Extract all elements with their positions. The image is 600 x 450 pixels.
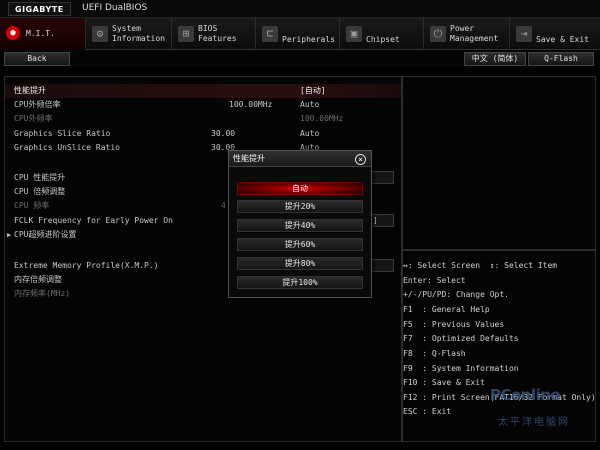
bios-features-icon: ⊞	[178, 26, 194, 42]
tab-label: System Information	[112, 24, 165, 43]
setting-label: 内存倍频调整	[14, 275, 62, 284]
setting-value: Auto	[300, 100, 320, 109]
help-line: F8 : Q-Flash	[403, 349, 466, 358]
bios-name: UEFI DualBIOS	[82, 3, 148, 13]
setting-label: 内存频率(MHz)	[14, 289, 71, 298]
help-line: ESC : Exit	[403, 407, 452, 416]
pconline-watermark: PConline	[490, 386, 561, 404]
setting-current: 100.00MHz	[229, 100, 273, 109]
tab-mit[interactable]: ● M.I.T.	[0, 18, 86, 50]
setting-label: CPU 性能提升	[14, 173, 66, 182]
setting-label: Graphics Slice Ratio	[14, 129, 111, 138]
setting-cpu-base-clock-ratio[interactable]: CPU外频倍率 100.00MHz Auto	[5, 98, 401, 112]
option-boost-80[interactable]: 提升80%	[237, 257, 363, 270]
setting-label: CPU外频倍率	[14, 100, 61, 109]
setting-label: CPU外频率	[14, 114, 53, 123]
setting-value: ]	[373, 216, 378, 225]
tab-peripherals[interactable]: ⊏ Peripherals	[256, 18, 340, 50]
setting-label: Extreme Memory Profile(X.M.P.)	[14, 261, 159, 270]
option-boost-60[interactable]: 提升60%	[237, 238, 363, 251]
setting-label: 性能提升	[14, 86, 46, 95]
tab-label: Save & Exit	[536, 35, 589, 44]
chipset-icon: ▣	[346, 26, 362, 42]
option-boost-100[interactable]: 提升100%	[237, 276, 363, 289]
setting-graphics-slice-ratio[interactable]: Graphics Slice Ratio 30.00 Auto	[5, 127, 401, 141]
tab-label: Peripherals	[282, 35, 335, 44]
title-bar: GIGABYTE UEFI DualBIOS	[0, 0, 600, 18]
mit-icon: ●	[6, 26, 20, 40]
close-icon[interactable]: ×	[355, 154, 366, 165]
help-line: Enter: Select	[403, 276, 466, 285]
performance-boost-dialog: 性能提升 × 自动 提升20% 提升40% 提升60% 提升80% 提升100%	[228, 150, 372, 298]
setting-value: [自动]	[300, 86, 326, 95]
setting-cpu-base-clock: CPU外频率 100.00MHz	[5, 112, 401, 126]
tab-power-management[interactable]: ⏻ Power Management	[424, 18, 510, 50]
help-line: F1 : General Help	[403, 305, 490, 314]
tab-chipset[interactable]: ▣ Chipset	[340, 18, 424, 50]
option-boost-20[interactable]: 提升20%	[237, 200, 363, 213]
language-button[interactable]: 中文 (简体)	[464, 52, 526, 66]
tab-label: Power Management	[450, 24, 499, 43]
tab-label: BIOS Features	[198, 24, 237, 43]
peripherals-icon: ⊏	[262, 26, 278, 42]
info-panel	[402, 76, 596, 250]
help-line: ↔: Select Screen ↕: Select Item	[403, 261, 558, 270]
submenu-arrow-icon: ▶	[7, 231, 12, 239]
option-boost-40[interactable]: 提升40%	[237, 219, 363, 232]
power-icon: ⏻	[430, 26, 446, 42]
setting-value: Auto	[300, 129, 320, 138]
option-auto[interactable]: 自动	[237, 182, 363, 195]
tab-system-information[interactable]: ⚙ System Information	[86, 18, 172, 50]
help-line: F7 : Optimized Defaults	[403, 334, 519, 343]
pconline-watermark-sub: 太平洋电脑网	[498, 417, 570, 428]
help-line: F10 : Save & Exit	[403, 378, 485, 387]
setting-value: 100.00MHz	[300, 114, 344, 123]
setting-current: 30.00	[211, 129, 236, 138]
gear-icon: ⚙	[92, 26, 108, 42]
tab-save-exit[interactable]: ⇥ Save & Exit	[510, 18, 600, 50]
dialog-title: 性能提升	[229, 151, 371, 167]
tab-label: Chipset	[366, 35, 400, 44]
setting-current: 4	[221, 201, 226, 210]
setting-label: Graphics UnSlice Ratio	[14, 143, 120, 152]
setting-label: CPU超频进阶设置	[14, 230, 77, 239]
setting-label: CPU 倍频调整	[14, 187, 66, 196]
tab-bios-features[interactable]: ⊞ BIOS Features	[172, 18, 256, 50]
gigabyte-logo: GIGABYTE	[8, 2, 71, 16]
setting-label: CPU 频率	[14, 201, 50, 210]
tab-bar: ● M.I.T. ⚙ System Information ⊞ BIOS Fea…	[0, 18, 600, 50]
save-exit-icon: ⇥	[516, 26, 532, 42]
setting-performance-boost[interactable]: 性能提升 [自动]	[5, 84, 401, 98]
help-line: F5 : Previous Values	[403, 320, 505, 329]
help-line: +/-/PU/PD: Change Opt.	[403, 290, 509, 299]
qflash-button[interactable]: Q-Flash	[528, 52, 594, 66]
setting-label: FCLK Frequency for Early Power On	[14, 216, 173, 225]
tab-label: M.I.T.	[26, 29, 55, 38]
sub-header: Back 中文 (简体) Q-Flash	[0, 50, 600, 68]
help-line: F9 : System Information	[403, 364, 519, 373]
back-button[interactable]: Back	[4, 52, 70, 66]
